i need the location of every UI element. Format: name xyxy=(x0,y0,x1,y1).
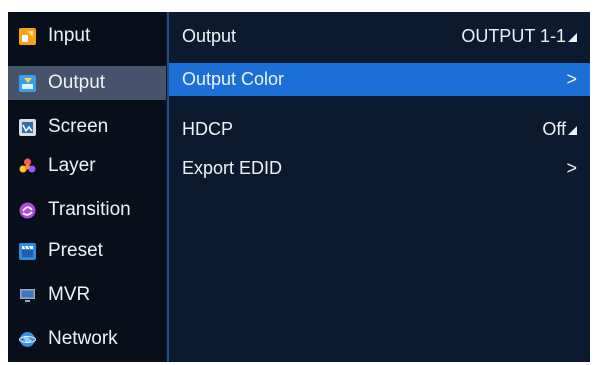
output-icon xyxy=(19,74,36,92)
sidebar-item-input[interactable]: Input xyxy=(8,19,166,53)
sidebar-item-transition[interactable]: Transition xyxy=(8,193,166,227)
device-menu-screen: Input Output Screen Layer Transition Pre… xyxy=(8,12,590,362)
hdcp-value: Off xyxy=(542,118,566,139)
output-row[interactable]: Output OUTPUT 1-1 xyxy=(169,18,590,54)
sidebar-item-label: Output xyxy=(48,72,106,93)
chevron-right-icon: > xyxy=(566,69,577,89)
row-label: Output xyxy=(182,25,237,46)
sidebar-item-layer[interactable]: Layer xyxy=(8,149,166,183)
sidebar-item-label: Screen xyxy=(48,116,109,137)
output-value-dropdown[interactable]: OUTPUT 1-1 xyxy=(461,26,577,47)
sidebar-item-label: Transition xyxy=(48,199,131,220)
chevron-right-icon: > xyxy=(566,157,577,178)
sidebar-item-network[interactable]: Network xyxy=(8,322,166,356)
sidebar-item-screen[interactable]: Screen xyxy=(8,110,166,144)
dropdown-triangle-icon xyxy=(568,32,577,42)
sidebar-item-preset[interactable]: Preset xyxy=(8,234,166,268)
network-icon xyxy=(19,331,36,348)
output-value: OUTPUT 1-1 xyxy=(461,25,566,46)
transition-icon xyxy=(19,202,36,219)
input-icon xyxy=(19,27,36,45)
sidebar: Input Output Screen Layer Transition Pre… xyxy=(8,12,166,362)
row-label: Output Color xyxy=(182,69,285,89)
dropdown-triangle-icon xyxy=(568,125,577,135)
sidebar-item-label: Layer xyxy=(48,155,96,176)
sidebar-item-mvr[interactable]: MVR xyxy=(8,278,166,312)
export-edid-row[interactable]: Export EDID > xyxy=(169,150,590,186)
output-color-row[interactable]: Output Color > xyxy=(169,63,590,96)
sidebar-item-label: Input xyxy=(48,25,91,46)
sidebar-item-output[interactable]: Output xyxy=(8,66,166,100)
layer-icon xyxy=(19,158,36,175)
row-label: Export EDID xyxy=(182,157,283,178)
hdcp-row[interactable]: HDCP Off xyxy=(169,111,590,147)
settings-panel: Output OUTPUT 1-1 Output Color > HDCP Of… xyxy=(167,12,590,362)
hdcp-value-dropdown[interactable]: Off xyxy=(542,119,577,140)
preset-icon xyxy=(19,242,36,260)
mvr-icon xyxy=(19,287,36,304)
row-label: HDCP xyxy=(182,118,234,139)
screen-icon xyxy=(19,118,36,136)
sidebar-item-label: Network xyxy=(48,328,118,349)
sidebar-item-label: MVR xyxy=(48,284,91,305)
sidebar-item-label: Preset xyxy=(48,240,103,261)
